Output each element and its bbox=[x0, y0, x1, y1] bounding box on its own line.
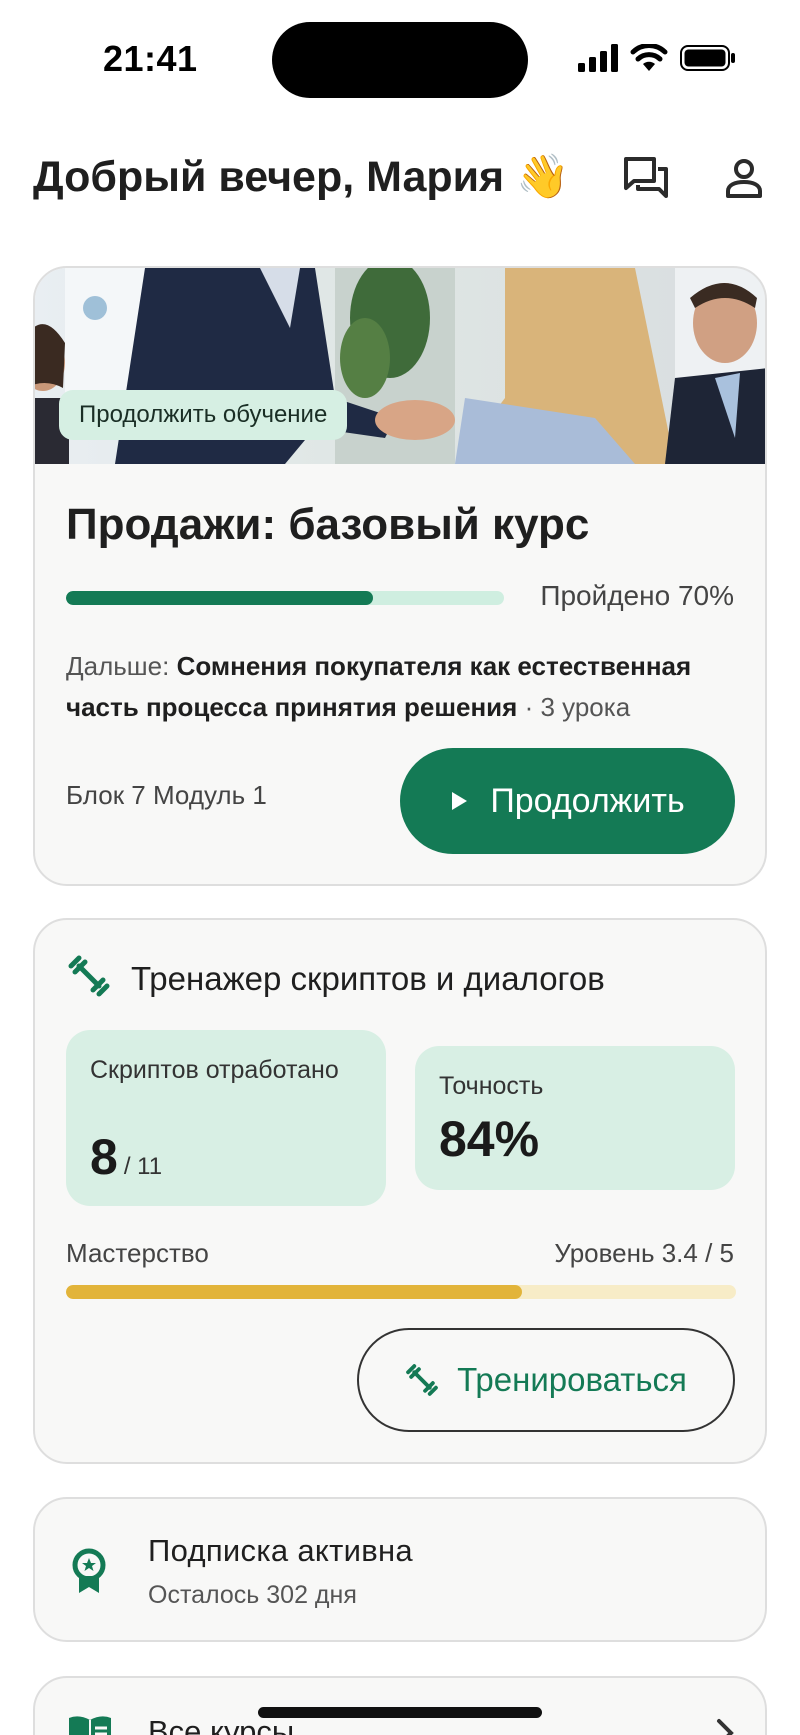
status-time: 21:41 bbox=[103, 38, 198, 79]
subscription-card[interactable]: Подписка активна Осталось 302 дня bbox=[33, 1497, 767, 1642]
mastery-progress-fill bbox=[66, 1285, 522, 1299]
scripts-total: / 11 bbox=[123, 1153, 163, 1180]
chat-icon bbox=[624, 157, 668, 198]
cellular-signal-icon bbox=[578, 44, 618, 72]
chevron-right-icon bbox=[717, 1719, 734, 1735]
course-progress-label: Пройдено 70% bbox=[540, 580, 734, 611]
course-progress-fill bbox=[66, 591, 373, 605]
chat-button[interactable] bbox=[620, 152, 672, 204]
play-icon bbox=[452, 792, 468, 810]
accuracy-stat: Точность 84% bbox=[415, 1046, 735, 1190]
train-button[interactable]: Тренироваться bbox=[357, 1328, 735, 1432]
scripts-done: 8 bbox=[90, 1129, 118, 1185]
profile-icon bbox=[726, 159, 762, 198]
mastery-level-label: Уровень 3.4 / 5 bbox=[554, 1238, 734, 1268]
status-icons bbox=[578, 44, 736, 72]
book-icon bbox=[69, 1716, 111, 1735]
scripts-stat-value: 8/ 11 bbox=[90, 1128, 162, 1186]
next-prefix: Дальше: bbox=[66, 651, 177, 681]
course-cover-image: Продолжить обучение bbox=[35, 268, 765, 464]
course-title: Продажи: базовый курс bbox=[66, 500, 590, 549]
mastery-label: Мастерство bbox=[66, 1238, 209, 1268]
course-progress-bar bbox=[66, 591, 504, 605]
block-module-label: Блок 7 Модуль 1 bbox=[66, 780, 267, 810]
mastery-progress-bar bbox=[66, 1285, 736, 1299]
subscription-title: Подписка активна bbox=[148, 1533, 413, 1568]
accuracy-stat-value: 84% bbox=[439, 1111, 540, 1167]
home-indicator bbox=[258, 1707, 542, 1718]
continue-button[interactable]: Продолжить bbox=[400, 748, 735, 854]
wifi-icon bbox=[630, 44, 668, 71]
next-lesson-text: Дальше: Сомнения покупателя как естестве… bbox=[66, 646, 746, 728]
train-button-label: Тренироваться bbox=[457, 1361, 687, 1398]
battery-icon bbox=[680, 45, 735, 71]
continue-button-label: Продолжить bbox=[490, 781, 685, 820]
accuracy-stat-label: Точность bbox=[439, 1072, 544, 1100]
all-courses-card[interactable]: Все курсы bbox=[33, 1676, 767, 1735]
subscription-days-left: Осталось 302 дня bbox=[148, 1581, 357, 1609]
next-lessons-count: · 3 урока bbox=[517, 692, 631, 722]
dumbbell-icon bbox=[68, 955, 110, 997]
trainer-title: Тренажер скриптов и диалогов bbox=[131, 960, 605, 997]
status-bar: 21:41 bbox=[0, 0, 800, 120]
profile-button[interactable] bbox=[718, 152, 770, 204]
scripts-stat-label: Скриптов отработано bbox=[90, 1056, 339, 1084]
course-card[interactable]: Продолжить обучение Продажи: базовый кур… bbox=[33, 266, 767, 886]
trainer-card: Тренажер скриптов и диалогов Скриптов от… bbox=[33, 918, 767, 1464]
greeting-title: Добрый вечер, Мария 👋 bbox=[33, 153, 570, 201]
scripts-stat: Скриптов отработано 8/ 11 bbox=[66, 1030, 386, 1206]
dumbbell-icon bbox=[406, 1364, 438, 1396]
dynamic-island bbox=[272, 22, 528, 98]
continue-learning-chip: Продолжить обучение bbox=[59, 390, 348, 440]
award-badge-icon bbox=[72, 1548, 106, 1593]
